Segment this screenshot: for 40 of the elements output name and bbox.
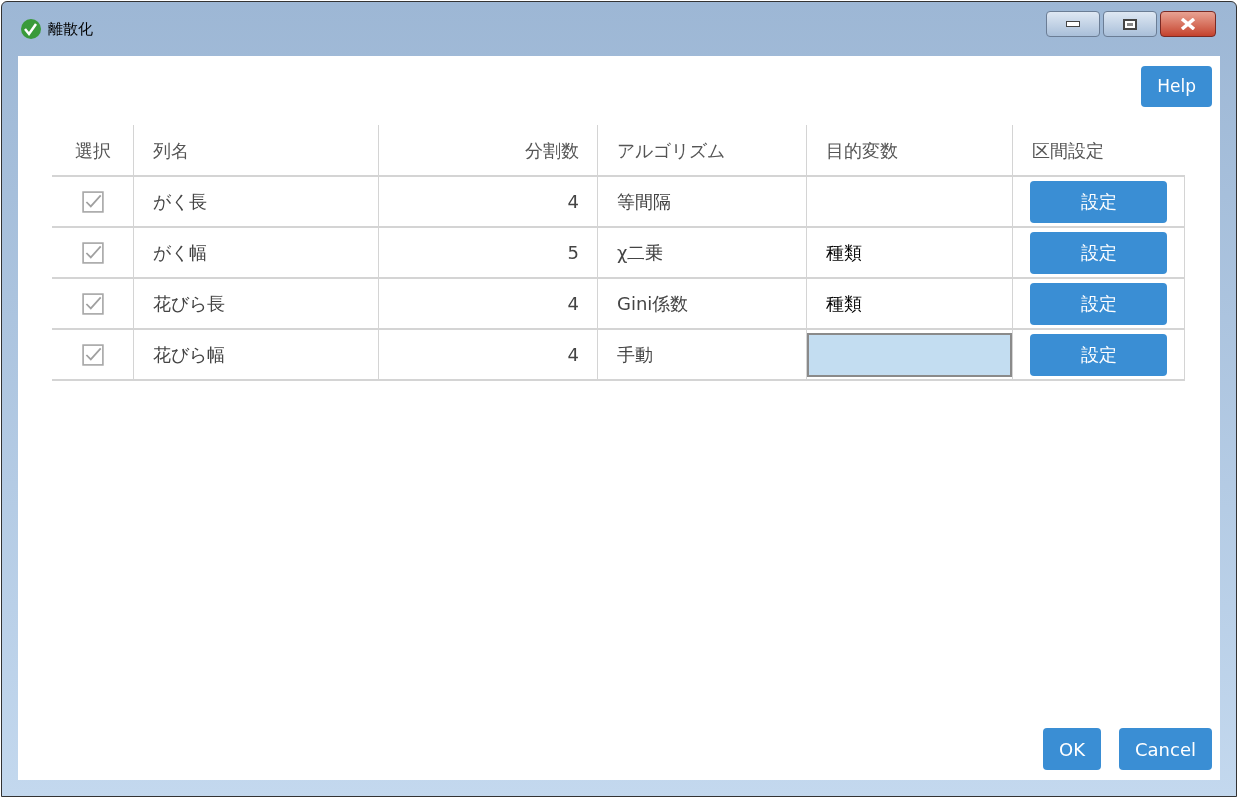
cancel-button[interactable]: Cancel (1119, 728, 1212, 770)
restore-icon (1123, 18, 1137, 30)
target-variable-value: 種類 (826, 241, 862, 265)
table-cell-text: 4 (567, 343, 579, 367)
checkbox[interactable] (81, 292, 104, 315)
minimize-icon (1066, 21, 1080, 27)
app-logo-icon (20, 18, 42, 40)
table-cell-text: 花びら幅 (153, 343, 225, 367)
table-cell-text: 花びら長 (153, 292, 225, 316)
column-header[interactable]: 選択 (74, 136, 111, 164)
help-button[interactable]: Help (1141, 66, 1212, 107)
table-cell-text: χ二乗 (617, 241, 664, 265)
table-cell-text: 4 (567, 292, 579, 316)
column-header[interactable]: 区間設定 (1032, 136, 1104, 164)
target-variable-field[interactable] (807, 332, 1012, 377)
settings-button[interactable]: 設定 (1030, 231, 1167, 274)
settings-button[interactable]: 設定 (1030, 282, 1167, 325)
close-icon (1180, 18, 1196, 30)
target-variable-value: 種類 (826, 292, 862, 316)
column-header[interactable]: アルゴリズム (617, 136, 725, 164)
table-cell-text: Gini係数 (617, 292, 689, 316)
settings-button[interactable]: 設定 (1030, 333, 1167, 376)
checkbox[interactable] (81, 190, 104, 213)
column-header[interactable]: 列名 (153, 136, 189, 164)
ok-button[interactable]: OK (1043, 728, 1101, 770)
column-header[interactable]: 目的変数 (826, 136, 898, 164)
settings-button[interactable]: 設定 (1030, 180, 1167, 223)
checkbox[interactable] (81, 343, 104, 366)
table-cell-text: がく幅 (153, 241, 207, 265)
close-button[interactable] (1160, 11, 1216, 37)
checkbox[interactable] (81, 241, 104, 264)
window-title: 離散化 (48, 18, 93, 40)
table-cell-text: がく長 (153, 190, 207, 214)
table-cell-text: 5 (567, 241, 579, 265)
maximize-button[interactable] (1103, 11, 1157, 37)
column-header[interactable]: 分割数 (525, 136, 579, 164)
minimize-button[interactable] (1046, 11, 1100, 37)
table-cell-text: 等間隔 (617, 190, 671, 214)
table-cell-text: 手動 (617, 343, 653, 367)
table-cell-text: 4 (567, 190, 579, 214)
